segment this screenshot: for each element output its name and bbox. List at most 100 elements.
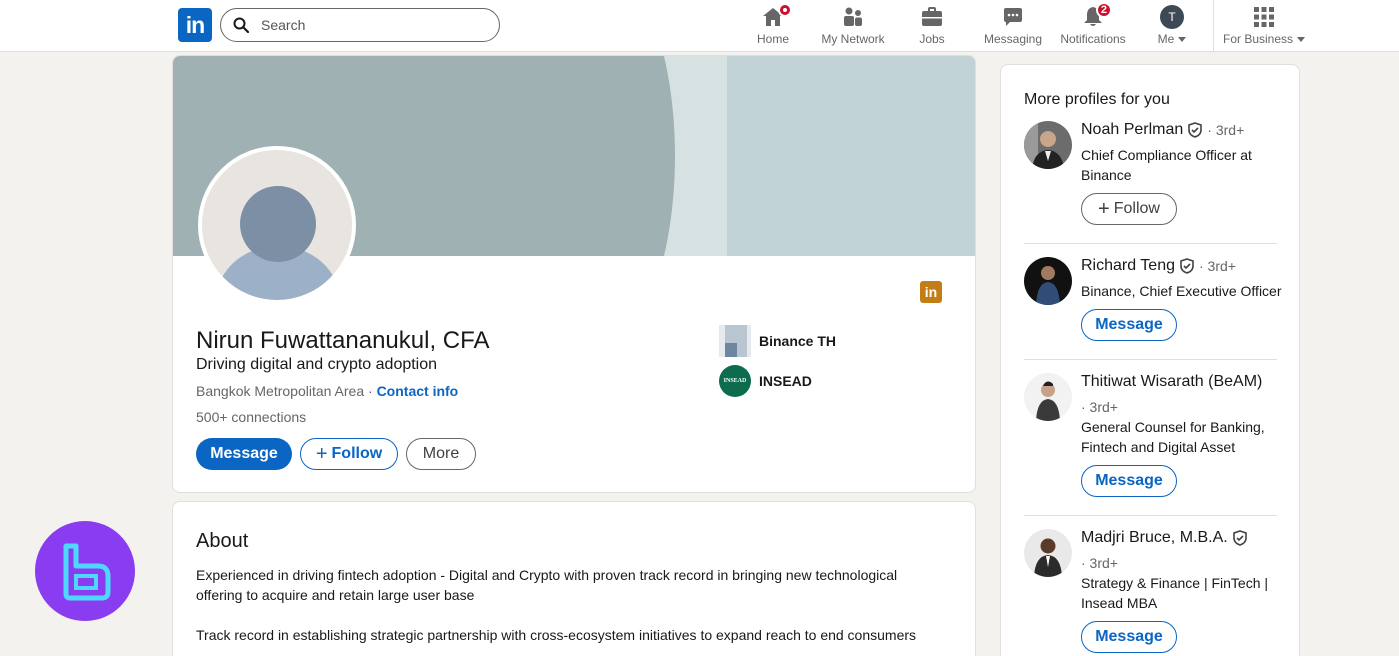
profile-suggestion: Thitiwat Wisarath (BeAM) · 3rd+ General … — [1024, 373, 1278, 503]
suggestion-name: Thitiwat Wisarath (BeAM) — [1081, 373, 1263, 390]
connection-degree: · 3rd+ — [1207, 122, 1245, 138]
jobs-icon — [919, 4, 945, 30]
chevron-down-icon — [1297, 36, 1306, 42]
profile-photo[interactable] — [198, 146, 356, 304]
suggestion-name: Noah Perlman — [1081, 121, 1184, 138]
verified-shield-icon — [1232, 530, 1247, 546]
plus-icon: + — [315, 443, 328, 465]
divider — [1024, 243, 1277, 244]
divider — [1024, 359, 1277, 360]
more-button[interactable]: More — [406, 438, 476, 470]
org-insead-name: INSEAD — [759, 373, 812, 389]
nav-me-label: Me — [1158, 32, 1187, 46]
nav-jobs[interactable]: Jobs — [912, 4, 952, 48]
profile-card: in Nirun Fuwattananukul, CFA Driving dig… — [172, 55, 976, 493]
nav-notifications[interactable]: 2 Notifications — [1058, 2, 1128, 48]
nav-home-label: Home — [756, 32, 789, 46]
binance-th-logo — [719, 325, 751, 357]
divider — [1024, 515, 1277, 516]
org-binance-th-name: Binance TH — [759, 333, 837, 349]
message-suggestion-button[interactable]: Message — [1081, 309, 1177, 341]
nav-notifications-label: Notifications — [1060, 32, 1126, 46]
nav-my-network-label: My Network — [821, 32, 885, 46]
suggestion-name: Madjri Bruce, M.B.A. — [1081, 529, 1228, 546]
about-text: Experienced in driving fintech adoption … — [196, 565, 936, 656]
nav-for-business-text: For Business — [1222, 32, 1294, 46]
suggestion-name: Richard Teng — [1081, 257, 1175, 274]
connection-degree: · 3rd+ — [1198, 258, 1236, 274]
suggestion-name-row[interactable]: Noah Perlman · 3rd+ — [1081, 121, 1244, 139]
banner-panel — [727, 56, 975, 256]
connections-text: 500+ connections — [196, 409, 307, 425]
insead-logo: INSEAD — [719, 365, 751, 397]
avatar-head — [240, 186, 316, 262]
more-profiles-card: More profiles for you Noah Perlman · 3rd… — [1000, 64, 1300, 656]
verified-shield-icon — [1188, 122, 1203, 138]
message-suggestion-button[interactable]: Message — [1081, 621, 1177, 653]
follow-suggestion-label: Follow — [1113, 200, 1160, 217]
suggestion-headline: General Counsel for Banking, Fintech and… — [1081, 419, 1265, 455]
about-title: About — [196, 530, 249, 552]
suggestion-degree-row: · 3rd+ — [1081, 397, 1281, 417]
connection-degree: · 3rd+ — [1081, 399, 1118, 415]
message-button[interactable]: Message — [196, 438, 292, 470]
profile-suggestion: Madjri Bruce, M.B.A. · 3rd+ Strategy & F… — [1024, 529, 1278, 656]
avatar[interactable] — [1024, 529, 1072, 577]
search-input[interactable] — [261, 17, 481, 33]
linkedin-logo[interactable]: in — [178, 8, 212, 42]
nav-home[interactable]: Home — [752, 3, 794, 48]
profile-suggestion: Noah Perlman · 3rd+ Chief Compliance Off… — [1024, 121, 1278, 231]
avatar[interactable] — [1024, 373, 1072, 421]
search-icon — [233, 17, 249, 33]
nav-messaging-label: Messaging — [983, 32, 1043, 46]
plus-icon: + — [1098, 198, 1110, 220]
nav-divider — [1213, 0, 1214, 52]
nav-me[interactable]: T Me — [1152, 4, 1192, 48]
location-separator: · — [364, 383, 377, 399]
suggestion-name-row[interactable]: Thitiwat Wisarath (BeAM) — [1081, 373, 1262, 391]
profile-location: Bangkok Metropolitan Area — [196, 383, 365, 399]
profile-suggestion: Richard Teng · 3rd+ Binance, Chief Execu… — [1024, 257, 1282, 347]
bell-icon: 2 — [1080, 2, 1112, 30]
banner-curve — [473, 56, 675, 256]
nav-jobs-label: Jobs — [919, 32, 945, 46]
nav-me-text: Me — [1157, 32, 1175, 46]
org-insead[interactable]: INSEAD INSEAD — [719, 365, 812, 397]
home-icon — [760, 3, 792, 30]
avatar[interactable] — [1024, 121, 1072, 169]
me-avatar-wrap: T — [1159, 4, 1185, 30]
grid-icon — [1251, 4, 1277, 30]
profile-headline: Driving digital and crypto adoption — [196, 356, 438, 373]
contact-info-link[interactable]: Contact info — [377, 383, 459, 399]
chevron-down-icon — [1178, 36, 1187, 42]
suggestion-degree-row: · 3rd+ — [1081, 553, 1281, 573]
nav-my-network[interactable]: My Network — [818, 4, 888, 48]
more-profiles-title: More profiles for you — [1024, 91, 1170, 108]
connection-degree: · 3rd+ — [1081, 555, 1118, 571]
suggestion-headline: Strategy & Finance | FinTech | Insead MB… — [1081, 575, 1269, 611]
top-nav: in Home My Network Jobs Messaging 2 — [0, 0, 1399, 52]
linkedin-badge-icon[interactable]: in — [920, 281, 942, 303]
nav-for-business-label: For Business — [1222, 32, 1306, 46]
avatar: T — [1160, 5, 1184, 29]
search-box[interactable] — [220, 8, 500, 42]
follow-button[interactable]: + Follow — [300, 438, 398, 470]
profile-name: Nirun Fuwattananukul, CFA — [196, 327, 490, 354]
follow-suggestion-button[interactable]: + Follow — [1081, 193, 1177, 225]
messaging-icon — [1000, 4, 1026, 30]
follow-button-label: Follow — [331, 445, 383, 462]
org-binance-th[interactable]: Binance TH — [719, 325, 836, 357]
message-suggestion-button[interactable]: Message — [1081, 465, 1177, 497]
about-paragraph: Experienced in driving fintech adoption … — [196, 567, 898, 603]
watermark-logo — [35, 521, 135, 621]
nav-messaging[interactable]: Messaging — [982, 4, 1044, 48]
suggestion-name-row[interactable]: Richard Teng · 3rd+ — [1081, 257, 1236, 275]
profile-location-row: Bangkok Metropolitan Area · Contact info — [196, 383, 458, 399]
suggestion-headline: Binance, Chief Executive Officer — [1081, 283, 1282, 299]
network-icon — [840, 4, 866, 30]
suggestion-name-row[interactable]: Madjri Bruce, M.B.A. — [1081, 529, 1248, 547]
nav-for-business[interactable]: For Business — [1222, 4, 1306, 48]
avatar[interactable] — [1024, 257, 1072, 305]
about-paragraph: Track record in establishing strategic p… — [196, 627, 917, 643]
about-card: About Experienced in driving fintech ado… — [172, 501, 976, 656]
